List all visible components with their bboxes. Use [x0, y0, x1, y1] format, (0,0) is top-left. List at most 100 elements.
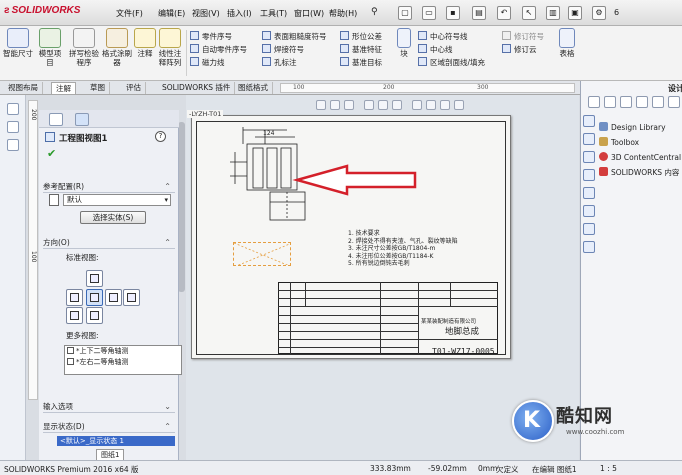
- right-view-button[interactable]: [105, 289, 122, 306]
- drawing-view[interactable]: [225, 122, 435, 232]
- group-header-orientation[interactable]: 方向(O) ⌃: [43, 236, 175, 249]
- model-items-button[interactable]: 模型项目: [36, 28, 64, 67]
- view-orientation-icon[interactable]: [378, 100, 388, 110]
- tab-sketch[interactable]: 草图: [86, 82, 110, 94]
- save-icon[interactable]: ▪: [446, 6, 460, 20]
- property-manager-icon[interactable]: [7, 121, 19, 133]
- selection-placeholder[interactable]: [233, 242, 291, 266]
- menu-file[interactable]: 文件(F): [116, 8, 143, 19]
- feature-tab-icon[interactable]: [75, 113, 89, 126]
- back-view-button[interactable]: [123, 289, 140, 306]
- geometric-tolerance-button[interactable]: 形位公差: [340, 30, 382, 43]
- centerline-button[interactable]: 中心线: [418, 43, 485, 56]
- top-view-button[interactable]: [86, 270, 103, 287]
- group-header-ref-config[interactable]: 参考配置(R) ⌃: [43, 180, 175, 193]
- datum-feature-button[interactable]: 基准特征: [340, 43, 382, 56]
- menu-window[interactable]: 窗口(W): [294, 8, 324, 19]
- zoom-fit-icon[interactable]: [316, 100, 326, 110]
- new-icon[interactable]: ▢: [398, 6, 412, 20]
- add-location-icon[interactable]: [636, 96, 648, 108]
- tab-view-layout[interactable]: 视图布局: [4, 82, 43, 94]
- back-icon[interactable]: [588, 96, 600, 108]
- tree-item-design-library[interactable]: Design Library: [599, 122, 666, 132]
- menu-help[interactable]: 帮助(H): [329, 8, 357, 19]
- rebuild-icon[interactable]: ▥: [546, 6, 560, 20]
- view-palette-tab-icon[interactable]: [583, 169, 595, 181]
- forward-icon[interactable]: [604, 96, 616, 108]
- more-view-item[interactable]: *左右二等角轴测: [65, 357, 181, 368]
- spell-checker-button[interactable]: 拼写检验程序: [68, 28, 100, 67]
- note-button[interactable]: 注释: [134, 28, 156, 58]
- section-view-icon[interactable]: [364, 100, 374, 110]
- apply-scene-icon[interactable]: [440, 100, 450, 110]
- hole-callout-button[interactable]: 孔标注: [262, 56, 327, 69]
- tree-item-3d-content-central[interactable]: 3D ContentCentral: [599, 152, 681, 162]
- file-explorer-tab-icon[interactable]: [583, 151, 595, 163]
- technical-notes[interactable]: 1. 技术要求 2. 焊接处不得有夹渣、气孔、裂纹等缺陷 3. 未注尺寸公差按G…: [348, 230, 468, 268]
- weld-symbol-button[interactable]: 焊接符号: [262, 43, 327, 56]
- auto-balloon-button[interactable]: 自动零件序号: [190, 43, 247, 56]
- group-header-display-state[interactable]: 显示状态(D) ⌃: [43, 420, 175, 433]
- revision-symbol-button[interactable]: 修订符号: [502, 30, 544, 43]
- left-view-button[interactable]: [66, 289, 83, 306]
- menu-tools[interactable]: 工具(T): [260, 8, 287, 19]
- checkbox[interactable]: [67, 347, 74, 354]
- group-header-import-options[interactable]: 输入选项 ⌄: [43, 400, 175, 413]
- zoom-area-icon[interactable]: [330, 100, 340, 110]
- tab-annotation[interactable]: 注解: [51, 82, 76, 94]
- select-icon[interactable]: ↖: [522, 6, 536, 20]
- undo-icon[interactable]: ↶: [497, 6, 511, 20]
- edit-appearance-icon[interactable]: [426, 100, 436, 110]
- custom-properties-tab-icon[interactable]: [583, 205, 595, 217]
- home-icon[interactable]: [620, 96, 632, 108]
- file-properties-icon[interactable]: ▣: [568, 6, 582, 20]
- revision-cloud-button[interactable]: 修订云: [502, 43, 544, 56]
- tab-addins[interactable]: SOLIDWORKS 插件: [158, 82, 236, 94]
- hide-show-icon[interactable]: [412, 100, 422, 110]
- surface-finish-button[interactable]: 表面粗糙度符号: [262, 30, 327, 43]
- front-view-button[interactable]: [86, 289, 103, 306]
- bottom-view-button[interactable]: [86, 307, 103, 324]
- create-folder-icon[interactable]: [652, 96, 664, 108]
- more-view-item[interactable]: *上下二等角轴测: [65, 346, 181, 357]
- tree-item-toolbox[interactable]: Toolbox: [599, 137, 639, 147]
- open-icon[interactable]: ▭: [422, 6, 436, 20]
- display-state-item[interactable]: <默认>_显示状态 1: [57, 436, 175, 446]
- linear-note-pattern-button[interactable]: 线性注释阵列: [157, 28, 183, 67]
- menu-edit[interactable]: 编辑(E): [158, 8, 185, 19]
- tree-item-solidworks-content[interactable]: SOLIDWORKS 内容: [599, 167, 679, 178]
- balloon-button[interactable]: 零件序号: [190, 30, 247, 43]
- datum-target-button[interactable]: 基准目标: [340, 56, 382, 69]
- area-hatch-button[interactable]: 区域剖面线/填充: [418, 56, 485, 69]
- tab-evaluate[interactable]: 评估: [122, 82, 146, 94]
- property-tab-icon[interactable]: [49, 113, 63, 126]
- ok-check-icon[interactable]: ✔: [47, 147, 56, 160]
- appearances-tab-icon[interactable]: [583, 187, 595, 199]
- pin-icon[interactable]: ⚲: [371, 7, 378, 17]
- property-scrollbar-thumb[interactable]: [178, 122, 185, 292]
- magnetic-line-button[interactable]: 磁力线: [190, 56, 247, 69]
- display-style-icon[interactable]: [392, 100, 402, 110]
- table-button[interactable]: 表格: [556, 28, 578, 58]
- feature-manager-icon[interactable]: [7, 103, 19, 115]
- smart-dimension-button[interactable]: 智能尺寸: [3, 28, 33, 58]
- menu-insert[interactable]: 插入(I): [227, 8, 252, 19]
- previous-view-icon[interactable]: [344, 100, 354, 110]
- configuration-manager-icon[interactable]: [7, 139, 19, 151]
- design-library-tab-icon[interactable]: [583, 133, 595, 145]
- isometric-view-button[interactable]: [66, 307, 83, 324]
- forum-tab-icon[interactable]: [583, 223, 595, 235]
- view-settings-icon[interactable]: [454, 100, 464, 110]
- help-icon[interactable]: ?: [155, 131, 166, 142]
- checkbox[interactable]: [67, 358, 74, 365]
- center-mark-button[interactable]: 中心符号线: [418, 30, 485, 43]
- refresh-icon[interactable]: [668, 96, 680, 108]
- block-button[interactable]: 块: [396, 28, 412, 58]
- ref-config-select[interactable]: 默认 ▾: [63, 194, 171, 206]
- menu-view[interactable]: 视图(V): [192, 8, 220, 19]
- options-icon[interactable]: ⚙: [592, 6, 606, 20]
- tab-sheet-format[interactable]: 图纸格式: [234, 82, 273, 94]
- resources-tab-icon[interactable]: [583, 115, 595, 127]
- sheet-scale[interactable]: 1 : 5: [600, 464, 617, 473]
- print-icon[interactable]: ▤: [472, 6, 486, 20]
